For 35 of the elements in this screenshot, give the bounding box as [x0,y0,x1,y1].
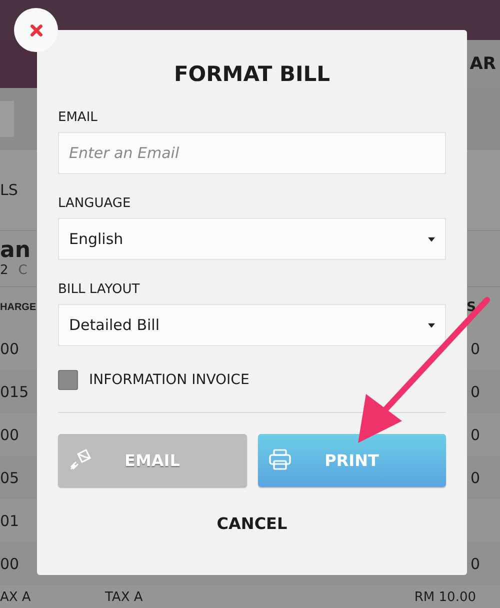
table-cell-text: AX A [0,590,32,604]
table-cell: 0 [470,554,480,572]
field-label: LANGUAGE [58,196,132,212]
filter-label: LS [0,181,18,199]
table-cell: 015 [0,382,29,400]
table-cell: 01 [0,512,20,530]
checkbox-label: INFORMATION INVOICE [89,372,250,388]
envelope-icon [68,448,92,472]
table-cell: RM 10.00 [414,590,476,604]
field-label: EMAIL [58,110,98,126]
table-cell: 0 [470,426,480,444]
printer-icon [268,448,292,472]
caret-icon [428,322,435,328]
field-label: BILL LAYOUT [58,282,141,298]
close-icon [30,24,42,36]
column-header: S [466,300,476,314]
customer-name: an [0,239,31,263]
table-cell: 00 [0,340,20,358]
table-cell: 0 [470,468,480,486]
column-header: HARGE [0,302,36,312]
table-cell: 05 [0,468,20,486]
table-cell: 0 [470,382,480,400]
caret-icon [428,236,435,242]
table-cell: 00 [0,554,20,572]
email-field[interactable]: Enter an Email [58,132,446,174]
customer-detail: 2 [0,263,8,278]
dropdown[interactable]: English [58,218,446,260]
checkbox[interactable] [58,370,78,390]
table-cell: 00 [0,426,20,444]
table-cell-text: TAX A [105,590,144,604]
dialog-title: FORMAT BILL [172,61,332,88]
table-cell: 0 [470,340,480,358]
customer-detail: C [18,263,28,278]
dropdown[interactable]: Detailed Bill [58,304,446,346]
cancel-button[interactable]: CANCEL [212,512,292,535]
